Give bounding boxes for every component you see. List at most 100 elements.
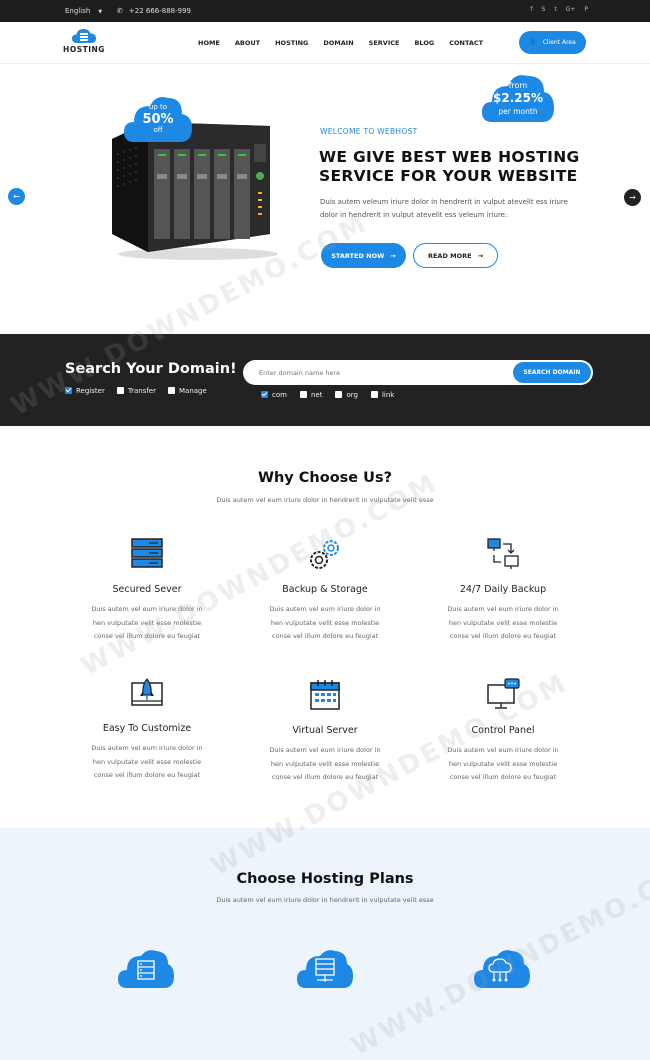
read-more-label: READ MORE bbox=[427, 251, 472, 260]
nav-domain[interactable]: DOMAIN bbox=[323, 39, 353, 47]
feature-desc-line: hen vulputate velit esse molestie bbox=[92, 757, 202, 766]
checkbox-checked[interactable] bbox=[65, 387, 72, 394]
twitter-icon[interactable]: t bbox=[554, 6, 556, 13]
plan-cloud-network-icon bbox=[474, 948, 530, 990]
cloud-logo-icon bbox=[72, 28, 96, 43]
phone-number: +22 666-888-999 bbox=[128, 7, 192, 15]
tld-net-label: net bbox=[310, 391, 323, 399]
arrow-right-icon: → bbox=[477, 251, 484, 260]
feature-title: Virtual Server bbox=[292, 725, 358, 736]
option-manage[interactable]: Manage bbox=[167, 387, 207, 395]
facebook-icon[interactable]: f bbox=[530, 6, 532, 13]
hero-title-line1: WE GIVE BEST WEB HOSTING bbox=[319, 148, 580, 166]
feature-card: Virtual Server Duis autem vel eum iriure… bbox=[250, 677, 400, 785]
feature-description: Duis autem vel eum iriure dolor in hen v… bbox=[428, 744, 578, 785]
discount-badge: up to 50% off bbox=[124, 92, 192, 144]
feature-description: Duis autem vel eum iriure dolor in hen v… bbox=[428, 603, 578, 644]
nav-hosting[interactable]: HOSTING bbox=[275, 39, 308, 47]
server-rack-icon bbox=[129, 536, 165, 572]
feature-desc-line: hen vulputate velit esse molestie bbox=[448, 759, 558, 768]
nav-blog[interactable]: BLOG bbox=[414, 39, 434, 47]
phone-contact: ✆ +22 666-888-999 bbox=[117, 7, 191, 15]
checkbox-checked[interactable] bbox=[261, 391, 268, 398]
social-links: f S t G+ P bbox=[530, 6, 588, 13]
slider-next-button[interactable]: → bbox=[624, 189, 641, 206]
feature-desc-line: conse vel illum dolore eu feugiat bbox=[271, 632, 379, 640]
logo-text: HOSTING bbox=[63, 45, 105, 54]
google-plus-icon[interactable]: G+ bbox=[566, 6, 576, 13]
language-label: English bbox=[65, 7, 91, 15]
feature-desc-line: Duis autem vel eum iriure dolor in bbox=[447, 746, 559, 754]
language-selector[interactable]: English ▼ bbox=[65, 7, 102, 15]
option-transfer-label: Transfer bbox=[127, 387, 156, 395]
tld-link-label: link bbox=[381, 391, 395, 399]
checkbox[interactable] bbox=[299, 391, 307, 398]
top-bar: English ▼ ✆ +22 666-888-999 f S t G+ P bbox=[0, 0, 650, 22]
tld-options: com net org link bbox=[261, 391, 394, 399]
gears-icon bbox=[307, 536, 343, 572]
hosting-plans-section: Choose Hosting Plans Duis autem vel eum … bbox=[0, 828, 650, 1060]
feature-desc-line: conse vel illum dolore eu feugiat bbox=[271, 773, 379, 781]
feature-card: Control Panel Duis autem vel eum iriure … bbox=[428, 677, 578, 785]
tld-com[interactable]: com bbox=[261, 391, 287, 399]
tld-link[interactable]: link bbox=[370, 391, 395, 399]
checkbox[interactable] bbox=[116, 387, 124, 394]
checkbox[interactable] bbox=[370, 391, 378, 398]
user-icon: 👤 bbox=[529, 39, 537, 46]
why-choose-section: Why Choose Us? Duis autem vel eum iriure… bbox=[0, 426, 650, 828]
nav-contact[interactable]: CONTACT bbox=[449, 39, 483, 47]
domain-search-section: Search Your Domain! Register Transfer Ma… bbox=[0, 334, 650, 426]
slider-prev-button[interactable]: ← bbox=[8, 188, 25, 205]
why-title: Why Choose Us? bbox=[257, 470, 393, 486]
started-now-button[interactable]: STARTED NOW → bbox=[321, 243, 406, 268]
nav-about[interactable]: ABOUT bbox=[235, 39, 260, 47]
monitor-chat-icon bbox=[485, 677, 521, 713]
tld-net[interactable]: net bbox=[299, 391, 323, 399]
feature-desc-line: Duis autem vel eum iriure dolor in bbox=[269, 746, 381, 754]
pinterest-icon[interactable]: P bbox=[584, 6, 588, 13]
skype-icon[interactable]: S bbox=[542, 6, 546, 13]
feature-desc-line: conse vel illum dolore eu feugiat bbox=[93, 771, 201, 779]
tld-org-label: org bbox=[346, 391, 358, 399]
plan-shared-cloud-icon bbox=[118, 948, 174, 990]
read-more-button[interactable]: READ MORE → bbox=[413, 243, 498, 268]
feature-desc-line: conse vel illum dolore eu feugiat bbox=[449, 773, 557, 781]
feature-title: Backup & Storage bbox=[282, 584, 368, 595]
price-value: $2.25% bbox=[493, 91, 543, 105]
feature-card: Backup & Storage Duis autem vel eum iriu… bbox=[250, 536, 400, 644]
price-suffix: per month bbox=[498, 107, 538, 116]
feature-title: 24/7 Daily Backup bbox=[459, 584, 547, 595]
main-header: HOSTING HOME ABOUT HOSTING DOMAIN SERVIC… bbox=[0, 22, 650, 64]
tld-org[interactable]: org bbox=[335, 391, 358, 399]
nav-service[interactable]: SERVICE bbox=[369, 39, 400, 47]
checkbox[interactable] bbox=[167, 387, 175, 394]
feature-desc-line: hen vulputate velit esse molestie bbox=[92, 618, 202, 627]
network-sync-icon bbox=[485, 536, 521, 572]
checkbox[interactable] bbox=[335, 391, 343, 398]
option-register-label: Register bbox=[76, 387, 105, 395]
arrow-right-icon: → bbox=[629, 193, 636, 202]
discount-value: 50% bbox=[142, 112, 174, 127]
feature-title: Secured Sever bbox=[112, 584, 182, 595]
hero-kicker: WELCOME TO WEBHOST bbox=[320, 127, 418, 136]
feature-description: Duis autem vel eum iriure dolor in hen v… bbox=[250, 603, 400, 644]
feature-card: Easy To Customize Duis autem vel eum iri… bbox=[72, 675, 222, 783]
feature-desc-line: hen vulputate velit esse molestie bbox=[270, 759, 380, 768]
feature-desc-line: hen vulputate velit esse molestie bbox=[448, 618, 558, 627]
domain-search-input[interactable] bbox=[259, 366, 499, 379]
nav-home[interactable]: HOME bbox=[198, 39, 220, 47]
feature-title: Easy To Customize bbox=[102, 723, 192, 734]
calendar-grid-icon bbox=[307, 677, 343, 713]
hero-slider: ← → up to 50% off from $2.25% per month … bbox=[0, 64, 650, 334]
feature-description: Duis autem vel eum iriure dolor in hen v… bbox=[250, 744, 400, 785]
arrow-left-icon: ← bbox=[13, 192, 20, 201]
feature-title: Control Panel bbox=[471, 725, 535, 736]
rocket-launch-icon bbox=[129, 675, 165, 711]
client-area-button[interactable]: 👤 Client Area bbox=[519, 31, 586, 54]
option-manage-label: Manage bbox=[178, 387, 207, 395]
option-register[interactable]: Register bbox=[65, 387, 105, 395]
option-transfer[interactable]: Transfer bbox=[116, 387, 156, 395]
search-domain-button[interactable]: SEARCH DOMAIN bbox=[513, 362, 591, 383]
site-logo[interactable]: HOSTING bbox=[63, 28, 105, 54]
domain-action-options: Register Transfer Manage bbox=[65, 387, 207, 395]
